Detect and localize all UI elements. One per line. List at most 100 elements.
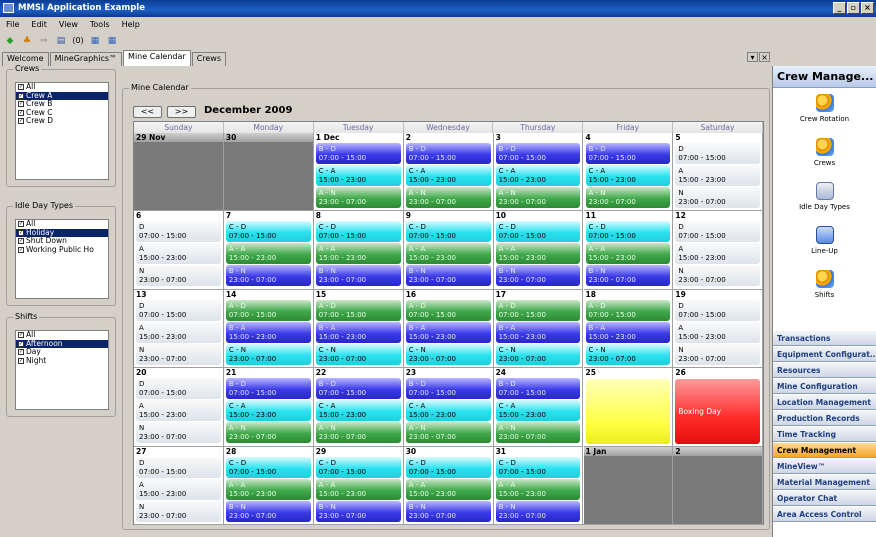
shift-block[interactable]: B - N 23:00 - 07:00 <box>495 500 581 522</box>
calendar-day-cell[interactable]: 30 C - D 07:00 - 15:00 A - A 15:00 - 23:00 B … <box>403 446 494 525</box>
calendar-day-cell[interactable]: 30 <box>223 133 314 212</box>
shift-block[interactable]: D 07:00 - 15:00 <box>136 456 221 478</box>
crew-item-crew-d[interactable]: ✓ Crew D <box>16 116 108 126</box>
shift-block[interactable]: C - N 23:00 - 07:00 <box>495 343 581 365</box>
calendar-day-cell[interactable]: 8C - D 07:00 - 15:00 A - A 15:00 - 23:00 B -… <box>313 211 404 290</box>
shift-block[interactable]: B - D 07:00 - 15:00 <box>225 378 311 400</box>
shift-block[interactable]: C - D 07:00 - 15:00 <box>225 221 311 243</box>
calendar-day-cell[interactable]: 21 B - D 07:00 - 15:00 C - A 15:00 - 23:00 A … <box>223 368 314 447</box>
nav-item-location-management[interactable]: Location Management <box>773 394 876 410</box>
shift-block[interactable]: B - A 15:00 - 23:00 <box>405 321 491 343</box>
shift-block[interactable]: A - D 07:00 - 15:00 <box>585 299 671 321</box>
checkbox[interactable]: ✓ <box>18 92 24 99</box>
shift-block[interactable]: C - A 15:00 - 23:00 <box>225 400 311 422</box>
nav-icon-shifts[interactable]: Shifts <box>773 270 876 308</box>
close-button[interactable]: × <box>861 2 874 14</box>
calendar-day-cell[interactable]: 1 Dec B - D 07:00 - 15:00 C - A 15:00 - 23:0… <box>313 133 404 212</box>
nav-item-crew-management[interactable]: Crew Management <box>773 442 876 458</box>
shift-block[interactable]: A - N 23:00 - 07:00 <box>315 187 401 208</box>
calendar-day-cell[interactable]: 24 B - D 07:00 - 15:00 C - A 15:00 - 23:00 A … <box>493 368 584 447</box>
back-icon[interactable]: ◆ <box>4 35 16 47</box>
shift-block[interactable]: C - D 07:00 - 15:00 <box>495 456 581 478</box>
calendar-day-cell[interactable]: 3B - D 07:00 - 15:00 C - A 15:00 - 23:00 A -… <box>493 133 584 212</box>
calendar-day-cell[interactable]: 2B - D 07:00 - 15:00 C - A 15:00 - 23:00 A -… <box>403 133 494 212</box>
calendar-day-cell[interactable]: 10 C - D 07:00 - 15:00 A - A 15:00 - 23:00 B … <box>493 211 584 290</box>
tab-minegraphics[interactable]: MineGraphics™ <box>49 52 123 66</box>
shift-block[interactable]: D 07:00 - 15:00 <box>675 143 761 164</box>
shift-block[interactable]: A - A 15:00 - 23:00 <box>315 243 401 265</box>
shift-block[interactable]: C - D 07:00 - 15:00 <box>225 456 311 478</box>
shift-block[interactable]: B - D 07:00 - 15:00 <box>495 378 581 400</box>
nav-item-mine-configuration[interactable]: Mine Configuration <box>773 378 876 394</box>
shift-block[interactable]: C - A 15:00 - 23:00 <box>315 165 401 186</box>
nav-item-area-access-control[interactable]: Area Access Control <box>773 506 876 522</box>
shift-block[interactable]: C - D 07:00 - 15:00 <box>585 221 671 243</box>
shift-block[interactable]: B - A 15:00 - 23:00 <box>225 321 311 343</box>
idle-day-block[interactable] <box>585 379 671 444</box>
shift-block[interactable]: A - A 15:00 - 23:00 <box>495 243 581 265</box>
shift-block[interactable]: B - N 23:00 - 07:00 <box>225 265 311 287</box>
shift-block[interactable]: A - N 23:00 - 07:00 <box>315 422 401 444</box>
menu-tools[interactable]: Tools <box>90 20 110 29</box>
idle-day-types-listbox[interactable]: ✓ All ✓ Holiday ✓ Shut Down ✓ Working Public Ho <box>15 219 109 299</box>
calendar-day-cell[interactable]: 12 D 07:00 - 15:00 A 15:00 - 23:00 N 23:00 - 0… <box>673 211 764 290</box>
shift-block[interactable]: B - D 07:00 - 15:00 <box>405 143 491 164</box>
grid-alt-icon[interactable]: ▦ <box>106 35 118 47</box>
calendar-day-cell[interactable]: 28 C - D 07:00 - 15:00 A - A 15:00 - 23:00 B … <box>223 446 314 525</box>
calendar-day-cell[interactable]: 15 A - D 07:00 - 15:00 B - A 15:00 - 23:00 C … <box>313 289 404 369</box>
shift-block[interactable]: B - D 07:00 - 15:00 <box>315 378 401 400</box>
shift-block[interactable]: N 23:00 - 07:00 <box>136 265 221 287</box>
shift-block[interactable]: N 23:00 - 07:00 <box>136 422 221 444</box>
nav-icon-crew-rotation[interactable]: Crew Rotation <box>773 94 876 132</box>
nav-item-time-tracking[interactable]: Time Tracking <box>773 426 876 442</box>
maximize-button[interactable]: ▫ <box>847 2 860 14</box>
checkbox[interactable]: ✓ <box>18 349 24 356</box>
idle-type-item-working-public-ho[interactable]: ✓ Working Public Ho <box>16 245 108 255</box>
calendar-day-cell[interactable]: 5 D 07:00 - 15:00 A 15:00 - 23:00 N 23:00 - 07… <box>673 133 764 212</box>
shift-item-night[interactable]: ✓ Night <box>16 356 108 366</box>
shift-block[interactable]: A 15:00 - 23:00 <box>675 321 761 343</box>
shift-block[interactable]: A - A 15:00 - 23:00 <box>225 478 311 500</box>
shift-block[interactable]: A 15:00 - 23:00 <box>136 321 221 343</box>
minimize-button[interactable]: _ <box>833 2 846 14</box>
shift-block[interactable]: A - A 15:00 - 23:00 <box>495 478 581 500</box>
calendar-day-cell[interactable]: 16 A - D 07:00 - 15:00 B - A 15:00 - 23:00 C … <box>403 289 494 369</box>
nav-item-mineview[interactable]: MineView™ <box>773 458 876 474</box>
nav-item-equipment-configurat[interactable]: Equipment Configurat... <box>773 346 876 362</box>
calendar-day-cell[interactable]: 22 B - D 07:00 - 15:00 C - A 15:00 - 23:00 A … <box>313 368 404 447</box>
calendar-day-cell[interactable]: 27 D 07:00 - 15:00 A 15:00 - 23:00 N 23:00 - 0… <box>134 446 224 525</box>
shift-block[interactable]: D 07:00 - 15:00 <box>136 221 221 243</box>
checkbox[interactable]: ✓ <box>18 221 24 228</box>
next-month-button[interactable]: >> <box>167 106 196 118</box>
shift-block[interactable]: A - N 23:00 - 07:00 <box>495 422 581 444</box>
shift-block[interactable]: A - A 15:00 - 23:00 <box>585 243 671 265</box>
shift-block[interactable]: B - N 23:00 - 07:00 <box>405 265 491 287</box>
shift-block[interactable]: N 23:00 - 07:00 <box>136 500 221 522</box>
checkbox[interactable]: ✓ <box>18 118 24 125</box>
idle-day-block[interactable]: Boxing Day <box>675 379 761 444</box>
shift-block[interactable]: B - D 07:00 - 15:00 <box>405 378 491 400</box>
shift-block[interactable]: A - D 07:00 - 15:00 <box>495 299 581 321</box>
shift-block[interactable]: A 15:00 - 23:00 <box>136 478 221 500</box>
calendar-day-cell[interactable]: 26 Boxing Day <box>673 368 764 447</box>
shift-block[interactable]: C - A 15:00 - 23:00 <box>585 165 671 186</box>
shift-block[interactable]: B - N 23:00 - 07:00 <box>315 500 401 522</box>
shift-block[interactable]: D 07:00 - 15:00 <box>675 299 761 321</box>
shift-block[interactable]: D 07:00 - 15:00 <box>675 221 761 243</box>
print-icon[interactable]: ▤ <box>55 35 67 47</box>
shift-block[interactable]: A 15:00 - 23:00 <box>675 243 761 265</box>
shift-block[interactable]: D 07:00 - 15:00 <box>136 299 221 321</box>
checkbox[interactable]: ✓ <box>18 246 24 253</box>
shift-block[interactable]: A - A 15:00 - 23:00 <box>405 478 491 500</box>
shift-block[interactable]: C - D 07:00 - 15:00 <box>405 456 491 478</box>
checkbox[interactable]: ✓ <box>18 109 24 116</box>
checkbox[interactable]: ✓ <box>18 340 24 347</box>
shift-block[interactable]: A - N 23:00 - 07:00 <box>585 187 671 208</box>
calendar-day-cell[interactable]: 19 D 07:00 - 15:00 A 15:00 - 23:00 N 23:00 - 0… <box>673 289 764 369</box>
shift-block[interactable]: C - D 07:00 - 15:00 <box>405 221 491 243</box>
shift-block[interactable]: A - D 07:00 - 15:00 <box>225 299 311 321</box>
nav-icon-crews[interactable]: Crews <box>773 138 876 176</box>
checkbox[interactable]: ✓ <box>18 238 24 245</box>
calendar-day-cell[interactable]: 18 A - D 07:00 - 15:00 B - A 15:00 - 23:00 C … <box>583 289 674 369</box>
shift-block[interactable]: B - N 23:00 - 07:00 <box>405 500 491 522</box>
